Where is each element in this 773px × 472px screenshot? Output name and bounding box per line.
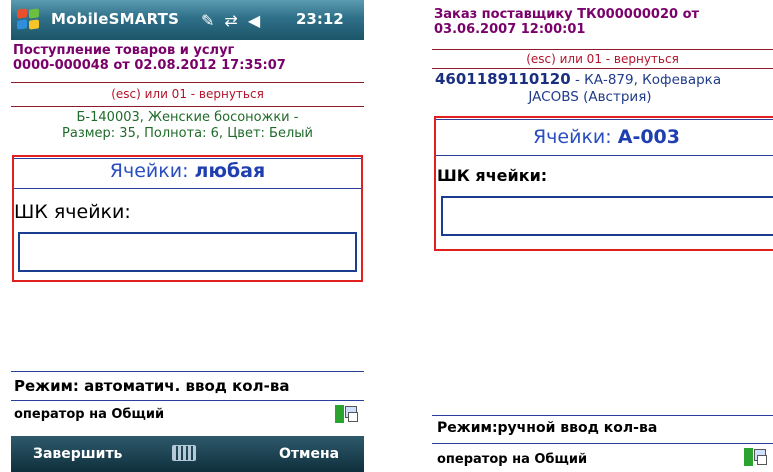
cell-barcode-input[interactable] [18, 232, 357, 272]
edit-icon[interactable]: ✎ [201, 11, 214, 30]
divider [14, 188, 361, 189]
volume-icon[interactable]: ◀ [248, 11, 260, 30]
divider [11, 106, 364, 107]
cell-barcode-input[interactable] [441, 196, 773, 236]
network-status-icon[interactable] [744, 448, 767, 466]
cancel-softkey[interactable]: Отмена [279, 446, 339, 462]
divider [11, 82, 364, 83]
divider [432, 443, 773, 444]
divider [11, 371, 364, 372]
mode-status: Режим:ручной ввод кол-ва [437, 420, 658, 436]
windows-start-icon[interactable] [17, 8, 41, 31]
mode-status: Режим: автоматич. ввод кол-ва [14, 377, 290, 395]
product-line1: Б-140003, Женские босоножки - [76, 110, 299, 125]
divider [436, 155, 773, 156]
esc-hint: (esc) или 01 - вернуться [526, 52, 679, 66]
product-line2: Размер: 35, Полнота: 6, Цвет: Белый [62, 126, 313, 141]
cell-value: А-003 [617, 126, 680, 148]
cell-label: Ячейки: А-003 [436, 126, 773, 148]
divider [432, 415, 773, 416]
barcode-label: ШК ячейки: [14, 201, 131, 223]
document-title-line1: Поступление товаров и услуг [13, 43, 235, 58]
divider [11, 400, 364, 401]
product-name: - КА-879, Кофеварка [570, 72, 722, 88]
product-code: 4601189110120 [435, 70, 571, 88]
app-title: MobileSMARTS [51, 10, 180, 28]
divider [432, 49, 773, 50]
status-bar: MobileSMARTS ✎ ⇄ ◀ 23:12 [11, 0, 364, 40]
cell-label-text: Ячейки: [109, 160, 189, 182]
product-description: 4601189110120 - КА-879, Кофеварка JACOBS… [435, 71, 773, 106]
barcode-label: ШК ячейки: [437, 166, 548, 185]
cell-label: Ячейки: любая [14, 160, 361, 182]
document-title-line1: Заказ поставщику ТК000000020 от [434, 7, 700, 22]
document-title-line2: 03.06.2007 12:00:01 [434, 22, 586, 37]
operator-status: оператор на Общий [437, 452, 588, 467]
connectivity-icon[interactable]: ⇄ [224, 11, 237, 30]
softkey-bar: Завершить Отмена [11, 436, 364, 472]
cell-value: любая [194, 160, 266, 182]
divider [432, 68, 773, 69]
network-status-icon[interactable] [335, 405, 358, 423]
cell-label-text: Ячейки: [532, 126, 612, 148]
document-title-line2: 0000-000048 от 02.08.2012 17:35:07 [13, 58, 286, 73]
finish-softkey[interactable]: Завершить [33, 446, 122, 462]
keyboard-icon[interactable] [172, 445, 196, 461]
document-title: Поступление товаров и услуг 0000-000048 … [13, 43, 358, 73]
divider [436, 119, 773, 120]
product-description: Б-140003, Женские босоножки - Размер: 35… [11, 110, 364, 142]
clock[interactable]: 23:12 [296, 10, 344, 28]
document-title: Заказ поставщику ТК000000020 от 03.06.20… [434, 7, 773, 37]
device-screen-left: MobileSMARTS ✎ ⇄ ◀ 23:12 Поступление тов… [11, 0, 364, 472]
device-screen-right: Заказ поставщику ТК000000020 от 03.06.20… [432, 0, 773, 472]
status-icons: ✎ ⇄ ◀ [201, 9, 260, 31]
operator-status: оператор на Общий [14, 407, 165, 422]
esc-hint: (esc) или 01 - вернуться [111, 87, 264, 101]
divider [14, 158, 361, 159]
product-line2: JACOBS (Австрия) [528, 89, 652, 105]
